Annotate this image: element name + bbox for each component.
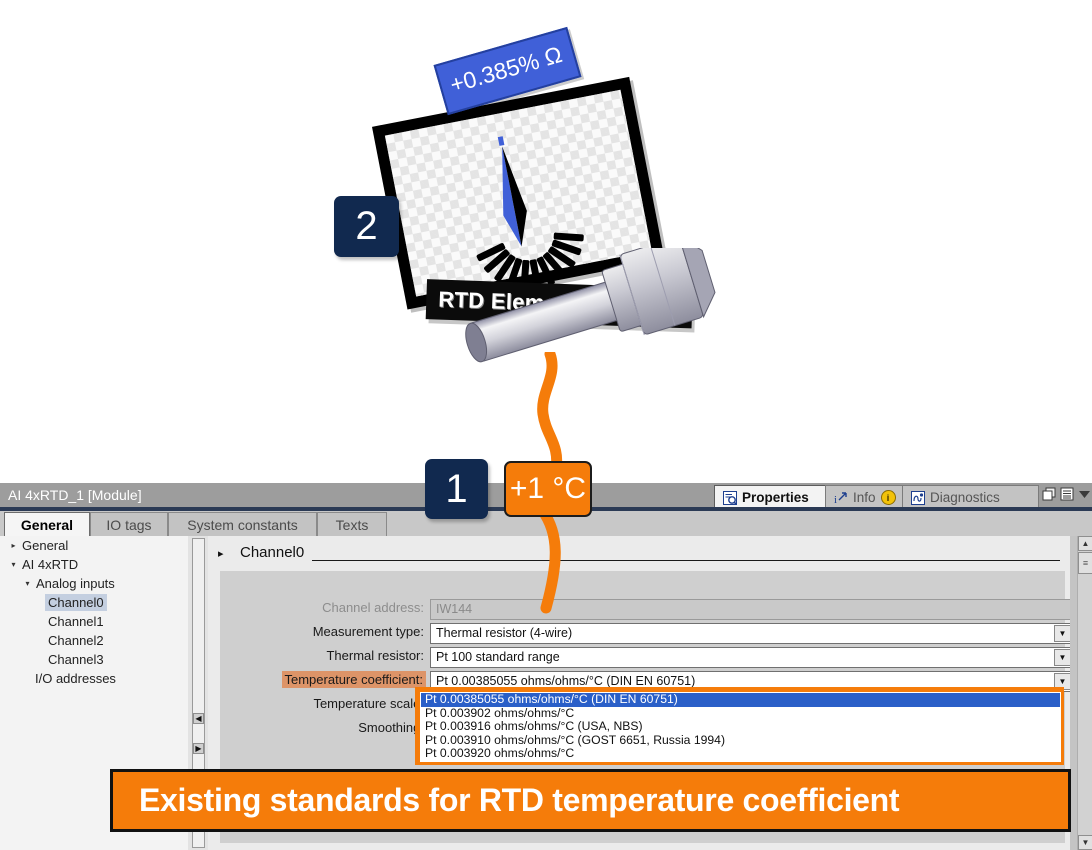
- tab-io-tags-label: IO tags: [106, 517, 152, 533]
- step-badge-2-label: 2: [355, 204, 378, 248]
- diagnostics-icon: [911, 490, 925, 505]
- tree-item-io-addresses[interactable]: I/O addresses: [0, 669, 188, 688]
- tree-item-channel3[interactable]: Channel3: [0, 650, 188, 669]
- label-thermal-resistor: Thermal resistor:: [326, 648, 424, 663]
- tab-system-constants[interactable]: System constants: [168, 512, 317, 537]
- tree-item-channel0[interactable]: Channel0: [0, 593, 188, 612]
- tab-properties-label: Properties: [742, 490, 809, 505]
- list-icon[interactable]: [1060, 487, 1074, 502]
- tree-item-ai4xrtd[interactable]: ▾ AI 4xRTD: [0, 555, 188, 574]
- page-title: AI 4xRTD_1 [Module]: [8, 487, 142, 503]
- callout-banner: Existing standards for RTD temperature c…: [110, 769, 1071, 832]
- section-header: ▸ Channel0: [216, 543, 1066, 565]
- properties-icon: [723, 490, 737, 505]
- dropdown-option-1[interactable]: Pt 0.003902 ohms/ohms/°C: [421, 706, 1060, 721]
- dropdown-option-4[interactable]: Pt 0.003920 ohms/ohms/°C: [421, 747, 1060, 761]
- temperature-coefficient-dropdown-list[interactable]: Pt 0.00385055 ohms/ohms/°C (DIN EN 60751…: [415, 687, 1064, 765]
- tree-item-channel2-label: Channel2: [48, 633, 104, 648]
- label-channel-address: Channel address:: [322, 600, 424, 615]
- content-scroll-gutter: [1070, 536, 1077, 850]
- tree-item-channel0-label: Channel0: [45, 594, 107, 611]
- tab-io-tags[interactable]: IO tags: [90, 512, 168, 537]
- dropdown-option-0[interactable]: Pt 0.00385055 ohms/ohms/°C (DIN EN 60751…: [421, 693, 1060, 707]
- ohm-tag-text: +0.385% Ω: [447, 40, 565, 98]
- field-thermal-resistor-value: Pt 100 standard range: [436, 650, 560, 664]
- tab-general-label: General: [20, 517, 74, 533]
- splitter-right-arrow[interactable]: ▶: [193, 743, 204, 754]
- label-measurement-type: Measurement type:: [312, 624, 424, 639]
- label-temperature-scale: Temperature scale:: [313, 696, 424, 711]
- temperature-delta-label: +1 °C: [509, 472, 587, 505]
- temperature-delta-badge: +1 °C: [504, 461, 592, 517]
- tree-item-general-label: General: [22, 538, 69, 553]
- label-temperature-coefficient: Temperature coefficient:: [281, 671, 426, 688]
- rtd-probe-icon: [465, 248, 716, 363]
- tree-item-channel3-label: Channel3: [48, 652, 104, 667]
- info-badge-icon: i: [880, 490, 896, 505]
- info-arrow-icon: i: [834, 491, 847, 505]
- chevron-right-icon[interactable]: ▸: [218, 547, 224, 560]
- measurement-type-dropdown-arrow[interactable]: ▼: [1054, 625, 1071, 642]
- field-measurement-type[interactable]: Thermal resistor (4-wire) ▼: [430, 623, 1073, 644]
- tab-info-label: Info: [853, 490, 876, 505]
- step-badge-1-label: 1: [445, 466, 468, 511]
- field-channel-address: IW144: [430, 599, 1073, 620]
- step-badge-2: 2: [334, 196, 399, 257]
- dropdown-option-3[interactable]: Pt 0.003910 ohms/ohms/°C (GOST 6651, Rus…: [421, 733, 1060, 748]
- chevron-down-icon[interactable]: [1077, 487, 1092, 502]
- svg-text:i: i: [834, 494, 837, 505]
- tab-general[interactable]: General: [4, 512, 90, 537]
- splitter-left-arrow[interactable]: ◀: [193, 713, 204, 724]
- callout-banner-text: Existing standards for RTD temperature c…: [139, 782, 900, 818]
- restore-icon[interactable]: [1042, 487, 1057, 502]
- field-channel-address-value: IW144: [436, 602, 473, 616]
- tree-item-channel1-label: Channel1: [48, 614, 104, 629]
- tree-item-channel1[interactable]: Channel1: [0, 612, 188, 631]
- tab-system-constants-label: System constants: [187, 517, 298, 533]
- tab-diagnostics-label: Diagnostics: [930, 490, 1000, 505]
- dropdown-option-2[interactable]: Pt 0.003916 ohms/ohms/°C (USA, NBS): [421, 720, 1060, 734]
- scroll-down-arrow[interactable]: ▼: [1078, 835, 1092, 850]
- tree-item-io-addresses-label: I/O addresses: [35, 671, 116, 686]
- field-temperature-coefficient-value: Pt 0.00385055 ohms/ohms/°C (DIN EN 60751…: [436, 674, 696, 688]
- tab-texts[interactable]: Texts: [317, 512, 387, 537]
- vertical-scrollbar[interactable]: ▲ ≡ ▼: [1077, 536, 1092, 850]
- tab-diagnostics[interactable]: Diagnostics: [902, 485, 1039, 509]
- connector-squiggle-upper: [537, 352, 563, 472]
- section-title: Channel0: [240, 544, 305, 561]
- tree-item-ai4xrtd-label: AI 4xRTD: [22, 557, 79, 572]
- step-badge-1: 1: [425, 459, 488, 519]
- scroll-up-arrow[interactable]: ▲: [1078, 536, 1092, 551]
- section-rule: [312, 560, 1060, 561]
- chevron-down-icon[interactable]: ▾: [8, 560, 19, 569]
- chevron-down-icon[interactable]: ▾: [22, 579, 33, 588]
- field-thermal-resistor[interactable]: Pt 100 standard range ▼: [430, 647, 1073, 668]
- tree-item-analog-inputs[interactable]: ▾ Analog inputs: [0, 574, 188, 593]
- field-measurement-type-value: Thermal resistor (4-wire): [436, 626, 573, 640]
- tree-item-general[interactable]: ▸ General: [0, 536, 188, 555]
- thermal-resistor-dropdown-arrow[interactable]: ▼: [1054, 649, 1071, 666]
- illustration-area: RTD Element Resistance +0.385% Ω: [0, 0, 1092, 483]
- tab-properties[interactable]: Properties: [714, 485, 842, 509]
- tree-item-analog-inputs-label: Analog inputs: [36, 576, 115, 591]
- dropdown-inner: Pt 0.00385055 ohms/ohms/°C (DIN EN 60751…: [420, 692, 1061, 762]
- chevron-right-icon[interactable]: ▸: [8, 541, 19, 550]
- tab-texts-label: Texts: [335, 517, 369, 533]
- tree-item-channel2[interactable]: Channel2: [0, 631, 188, 650]
- scrollbar-thumb[interactable]: ≡: [1078, 552, 1092, 574]
